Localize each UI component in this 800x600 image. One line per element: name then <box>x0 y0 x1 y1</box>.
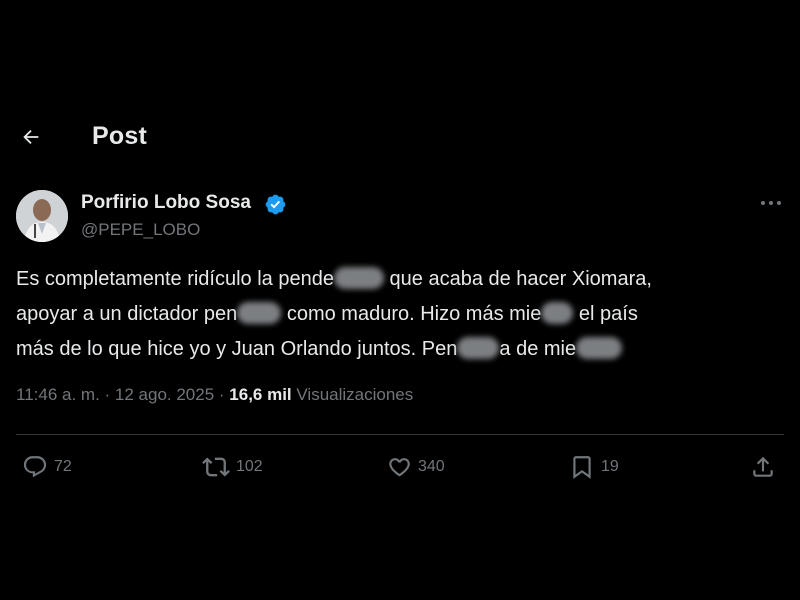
reply-button[interactable]: 72 <box>22 452 72 482</box>
redaction-blur <box>576 336 623 359</box>
like-button[interactable]: 340 <box>386 452 445 482</box>
back-button[interactable] <box>14 120 48 154</box>
tweet-text-segment: como maduro. Hizo más mie <box>281 303 542 325</box>
more-dots-icon <box>761 201 781 205</box>
bookmark-button[interactable]: 19 <box>569 452 619 482</box>
meta-separator: · <box>214 385 230 404</box>
meta-separator: · <box>99 385 115 404</box>
share-upload-icon <box>753 456 773 477</box>
verified-badge-icon <box>265 194 286 215</box>
arrow-left-icon <box>23 129 39 145</box>
repost-icon <box>202 457 230 477</box>
bookmark-count: 19 <box>601 458 619 475</box>
more-options-button[interactable] <box>752 188 790 218</box>
post-page: Post Porfirio Lobo Sosa @PEPE_LOBO Es co… <box>0 0 800 600</box>
reply-count: 72 <box>54 458 72 475</box>
tweet-text: Es completamente ridículo la pende que a… <box>16 262 786 367</box>
author-name[interactable]: Porfirio Lobo Sosa <box>81 192 251 214</box>
heart-icon <box>389 458 410 477</box>
share-button[interactable] <box>750 452 776 482</box>
redaction-blur <box>333 266 384 289</box>
repost-count: 102 <box>236 458 263 475</box>
post-date[interactable]: 12 ago. 2025 <box>115 385 214 404</box>
redaction-blur <box>237 301 282 324</box>
avatar-image <box>16 190 68 242</box>
tweet-text-segment: Es completamente ridículo la pende <box>16 268 334 290</box>
redaction-blur <box>541 301 574 324</box>
divider <box>16 434 784 435</box>
author-handle[interactable]: @PEPE_LOBO <box>81 220 200 240</box>
like-count: 340 <box>418 458 445 475</box>
bookmark-icon <box>573 456 591 479</box>
tweet-text-segment: el país <box>573 303 638 325</box>
tweet-line-3: más de lo que hice yo y Juan Orlando jun… <box>16 332 786 367</box>
post-header: Post <box>0 110 800 164</box>
tweet-line-1: Es completamente ridículo la pende que a… <box>16 262 786 297</box>
tweet-text-segment: apoyar a un dictador pen <box>16 303 238 325</box>
tweet-text-segment: que acaba de hacer Xiomara, <box>383 268 652 290</box>
tweet-line-2: apoyar a un dictador pen como maduro. Hi… <box>16 297 786 332</box>
views-label: Visualizaciones <box>291 385 414 404</box>
redaction-blur <box>457 336 500 359</box>
page-title: Post <box>92 122 147 150</box>
tweet-text-segment: más de lo que hice yo y Juan Orlando jun… <box>16 338 458 360</box>
views-count: 16,6 mil <box>229 385 292 404</box>
reply-icon <box>23 456 47 478</box>
post-time[interactable]: 11:46 a. m. <box>16 385 100 404</box>
post-meta: 11:46 a. m. · 12 ago. 2025 · 16,6 mil Vi… <box>16 385 413 405</box>
avatar[interactable] <box>16 190 68 242</box>
tweet-text-segment: a de mie <box>499 338 577 360</box>
repost-button[interactable]: 102 <box>202 452 263 482</box>
